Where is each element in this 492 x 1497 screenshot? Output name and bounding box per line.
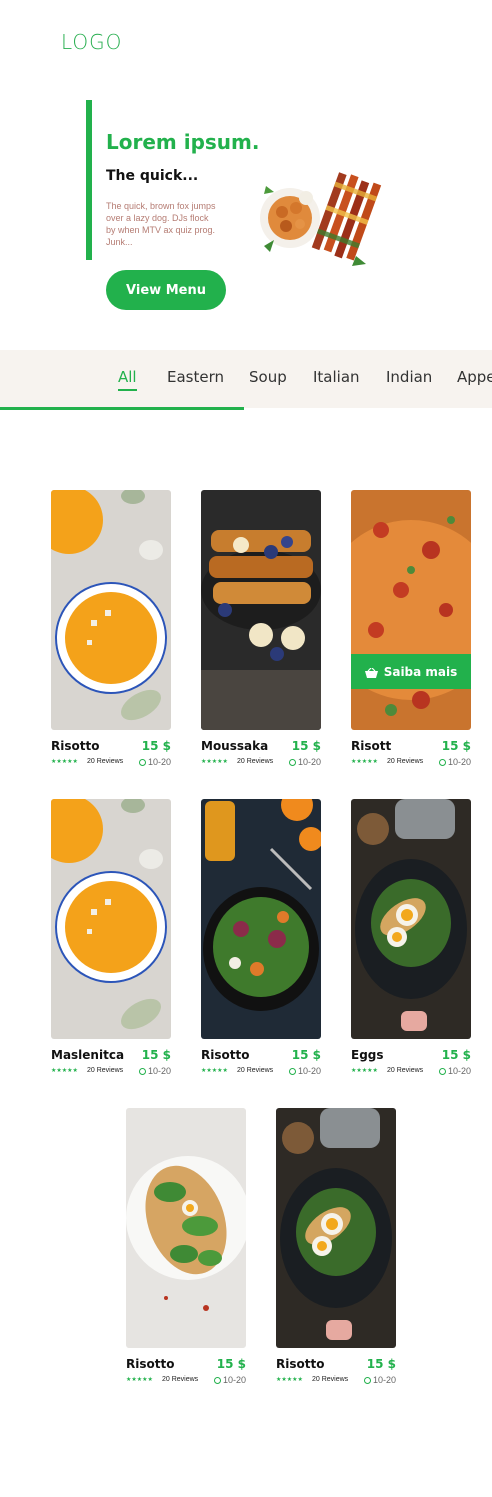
hero-description: The quick, brown fox jumps over a lazy d… [106,201,216,247]
hero-title: Lorem ipsum. [106,130,260,154]
clock-icon [438,1067,446,1075]
prep-time: 10-20 [213,1375,246,1385]
eggs-image[interactable] [276,1108,396,1348]
saiba-mais-label: Saiba mais [383,664,458,679]
basket-icon [364,667,378,678]
saiba-mais-button[interactable]: Saiba mais [351,654,471,689]
dish-name: Risotto [126,1357,175,1371]
rating-stars: ★★★★★ [276,1377,303,1383]
prep-time: 10-20 [288,757,321,767]
view-menu-button[interactable]: View Menu [106,270,226,310]
rating-stars: ★★★★★ [51,759,78,765]
food-card[interactable]: Risotto 15 $ ★★★★★ 20 Reviews 10-20 [201,799,321,1089]
prep-time-value: 10-20 [147,1066,171,1076]
rating-stars: ★★★★★ [351,1068,378,1074]
prep-time-value: 10-20 [447,1066,471,1076]
review-count: 20 Reviews [387,758,424,765]
review-count: 20 Reviews [237,758,274,765]
clock-icon [213,1376,221,1384]
hero-accent-bar [86,100,92,260]
hero-food-image [256,168,388,274]
clock-icon [288,758,296,766]
food-card[interactable]: Moussaka 15 $ ★★★★★ 20 Reviews 10-20 [201,490,321,780]
dish-price: 15 $ [291,739,321,753]
category-tabs: All Eastern Soup Italian Indian Appe [0,350,492,408]
tab-all[interactable]: All [118,368,137,391]
eggs-image[interactable] [351,799,471,1039]
prep-time-value: 10-20 [372,1375,396,1385]
logo[interactable]: LOGO [61,30,122,54]
soup-image[interactable] [51,799,171,1039]
dish-name: Moussaka [201,739,269,753]
rating-stars: ★★★★★ [51,1068,78,1074]
review-count: 20 Reviews [237,1067,274,1074]
tab-indian[interactable]: Indian [386,368,432,386]
tab-appetizers[interactable]: Appe [457,368,492,386]
clock-icon [363,1376,371,1384]
food-card[interactable]: Eggs 15 $ ★★★★★ 20 Reviews 10-20 [351,799,471,1089]
hero-subtitle: The quick... [106,168,199,184]
food-card[interactable]: Saiba mais Risott 15 $ ★★★★★ 20 Reviews … [351,490,471,780]
dish-price: 15 $ [216,1357,246,1371]
prep-time-value: 10-20 [297,1066,321,1076]
clock-icon [288,1067,296,1075]
clock-icon [138,1067,146,1075]
food-card[interactable]: Maslenitca 15 $ ★★★★★ 20 Reviews 10-20 [51,799,171,1089]
rating-stars: ★★★★★ [201,1068,228,1074]
french-toast-image[interactable] [201,490,321,730]
dish-name: Risotto [51,739,100,753]
prep-time-value: 10-20 [297,757,321,767]
toast-image[interactable] [126,1108,246,1348]
dish-name: Risotto [201,1048,250,1062]
rating-stars: ★★★★★ [351,759,378,765]
dish-price: 15 $ [366,1357,396,1371]
food-card[interactable]: Risotto 15 $ ★★★★★ 20 Reviews 10-20 [51,490,171,780]
prep-time: 10-20 [138,757,171,767]
rating-stars: ★★★★★ [126,1377,153,1383]
prep-time: 10-20 [438,757,471,767]
food-card[interactable]: Risotto 15 $ ★★★★★ 20 Reviews 10-20 [276,1108,396,1398]
dish-name: Risott [351,739,392,753]
salad-image[interactable] [201,799,321,1039]
prep-time: 10-20 [288,1066,321,1076]
dish-price: 15 $ [141,1048,171,1062]
category-scroll-indicator[interactable] [0,407,244,410]
prep-time-value: 10-20 [447,757,471,767]
clock-icon [138,758,146,766]
rating-stars: ★★★★★ [201,759,228,765]
dish-name: Risotto [276,1357,325,1371]
prep-time-value: 10-20 [147,757,171,767]
review-count: 20 Reviews [87,1067,124,1074]
review-count: 20 Reviews [387,1067,424,1074]
dish-name: Eggs [351,1048,384,1062]
prep-time-value: 10-20 [222,1375,246,1385]
food-card[interactable]: Risotto 15 $ ★★★★★ 20 Reviews 10-20 [126,1108,246,1398]
review-count: 20 Reviews [312,1376,349,1383]
tab-eastern[interactable]: Eastern [167,368,224,386]
clock-icon [438,758,446,766]
review-count: 20 Reviews [162,1376,199,1383]
review-count: 20 Reviews [87,758,124,765]
prep-time: 10-20 [138,1066,171,1076]
dish-name: Maslenitca [51,1048,125,1062]
dish-price: 15 $ [441,1048,471,1062]
tab-soup[interactable]: Soup [249,368,287,386]
dish-price: 15 $ [141,739,171,753]
pizza-image[interactable] [351,490,471,730]
soup-image[interactable] [51,490,171,730]
dish-price: 15 $ [291,1048,321,1062]
tab-italian[interactable]: Italian [313,368,360,386]
dish-price: 15 $ [441,739,471,753]
prep-time: 10-20 [363,1375,396,1385]
prep-time: 10-20 [438,1066,471,1076]
